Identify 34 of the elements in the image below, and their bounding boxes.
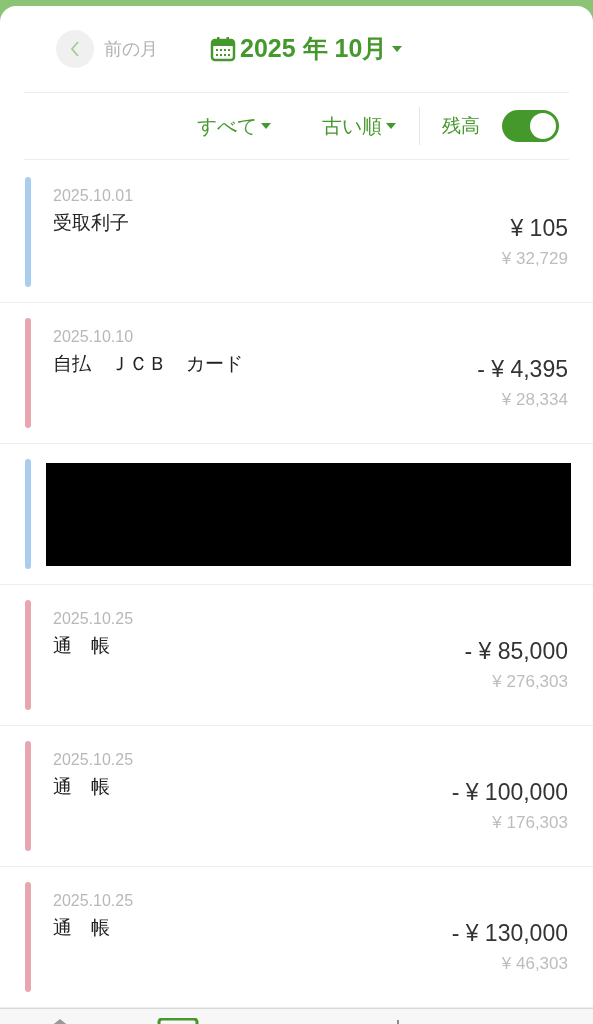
- chevron-left-icon: [70, 40, 80, 59]
- transaction-amount: ¥ 105: [510, 214, 568, 243]
- running-balance: ¥ 176,303: [492, 812, 568, 834]
- balance-toggle[interactable]: [502, 110, 559, 143]
- transaction-row[interactable]: 2025.10.10 自払 ＪＣＢ カード - ¥ 4,395 ¥ 28,334: [0, 303, 593, 444]
- transaction-row[interactable]: 2025.10.01 受取利子 ¥ 105 ¥ 32,729: [0, 162, 593, 303]
- transaction-row[interactable]: 2025.10.25 通 帳 - ¥ 100,000 ¥ 176,303: [0, 726, 593, 867]
- caret-icon: [391, 45, 404, 54]
- running-balance: ¥ 28,334: [501, 389, 568, 411]
- transaction-date: 2025.10.25: [53, 609, 134, 629]
- sort-order-dropdown[interactable]: 古い順: [322, 111, 397, 142]
- transaction-name: 自払 ＪＣＢ カード: [53, 352, 243, 376]
- transaction-date: 2025.10.25: [53, 891, 134, 911]
- transaction-name: 通 帳: [53, 916, 111, 940]
- transaction-name: 通 帳: [53, 775, 111, 799]
- running-balance: ¥ 32,729: [501, 248, 568, 270]
- transaction-name: 通 帳: [53, 634, 111, 658]
- transaction-amount: - ¥ 4,395: [477, 355, 568, 384]
- transaction-date: 2025.10.25: [53, 750, 134, 770]
- running-balance: ¥ 46,303: [501, 953, 568, 975]
- category-filter[interactable]: すべて: [197, 111, 272, 142]
- running-balance: ¥ 276,303: [492, 671, 568, 693]
- caret-icon: [385, 122, 397, 131]
- transaction-amount: - ¥ 100,000: [451, 778, 568, 807]
- transaction-amount: - ¥ 85,000: [464, 637, 568, 666]
- transaction-name: 受取利子: [53, 211, 130, 235]
- transaction-amount: - ¥ 130,000: [451, 919, 568, 948]
- transaction-date: 2025.10.01: [53, 186, 134, 206]
- balance-label: 残高: [442, 113, 480, 138]
- calendar-icon: [210, 36, 236, 63]
- transaction-row[interactable]: 2025.10.25 通 帳 - ¥ 85,000 ¥ 276,303: [0, 585, 593, 726]
- caret-icon: [260, 122, 272, 131]
- transaction-date: 2025.10.10: [53, 327, 135, 347]
- month-selector[interactable]: 2025 年 10月: [210, 30, 404, 68]
